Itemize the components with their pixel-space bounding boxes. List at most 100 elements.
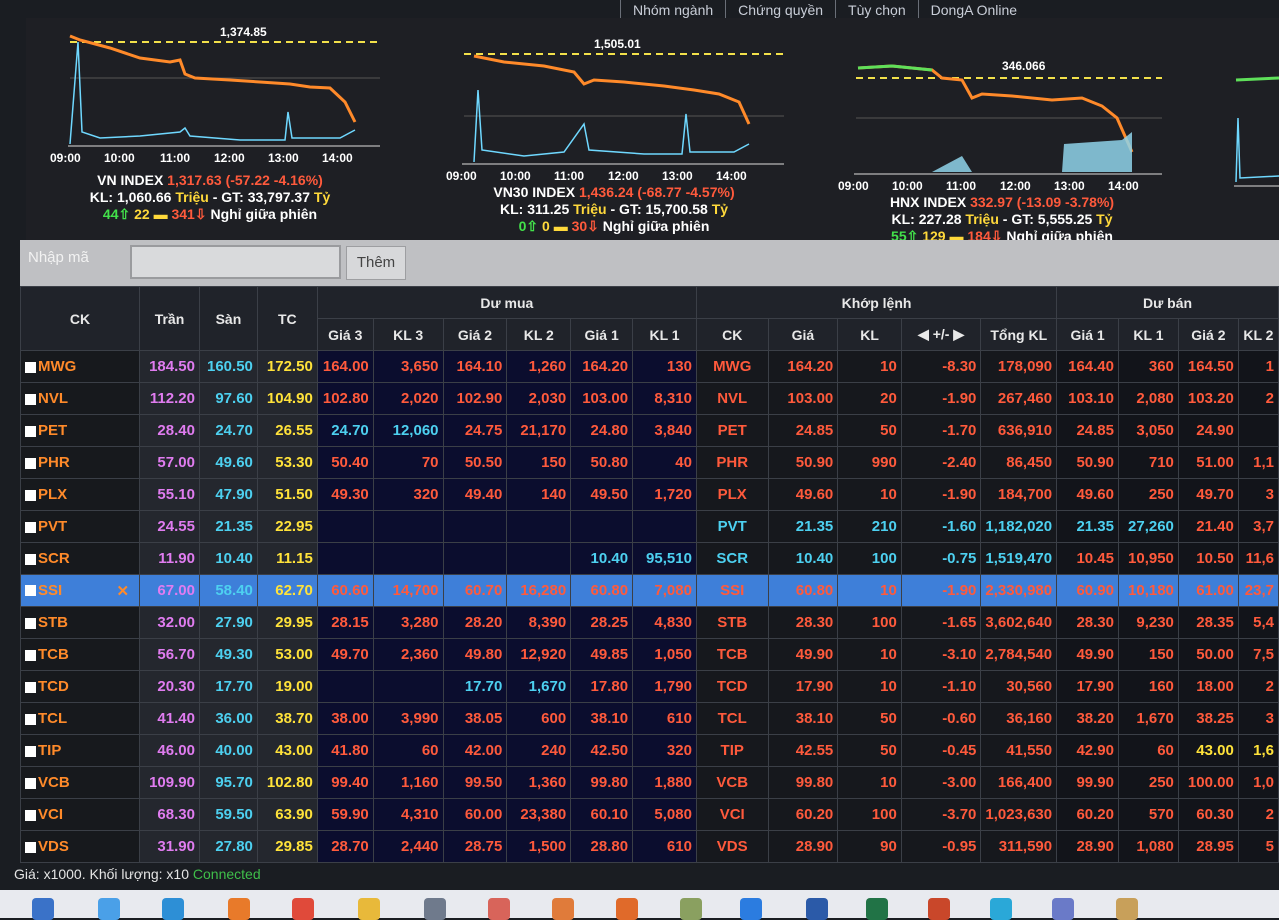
row-checkbox[interactable] (25, 777, 36, 789)
triangle-right-icon[interactable]: ▶ (953, 326, 964, 342)
header-sell-gia1[interactable]: Giá 1 (1056, 318, 1119, 351)
app-icon[interactable] (1052, 898, 1074, 920)
table-row[interactable]: TCB 56.70 49.30 53.00 49.70 2,360 49.80 12,920 4… (19, 638, 1279, 671)
vn30-chart[interactable]: 1,505.01 09:00 10:00 11:00 12:00 13:00 1… (444, 34, 784, 235)
row-checkbox[interactable] (25, 361, 36, 373)
symbol-cell[interactable]: PHR (19, 446, 141, 479)
app-icon[interactable] (552, 898, 574, 920)
table-row[interactable]: TCL 41.40 36.00 38.70 38.00 3,990 38.05 600 38.1… (19, 702, 1279, 735)
row-checkbox[interactable] (25, 425, 36, 437)
row-checkbox[interactable] (25, 713, 36, 725)
symbol-cell[interactable]: STB (19, 606, 141, 639)
header-match-total[interactable]: Tổng KL (980, 318, 1058, 351)
row-checkbox[interactable] (25, 393, 36, 405)
symbol-cell[interactable]: SSI ✕ (19, 574, 141, 607)
symbol-cell[interactable]: VDS (19, 830, 141, 863)
match-symbol-cell[interactable]: PHR (695, 446, 769, 479)
symbol-cell[interactable]: VCI (19, 798, 141, 831)
symbol-cell[interactable]: MWG (19, 350, 141, 383)
edge-icon[interactable] (98, 898, 120, 920)
app-icon[interactable] (990, 898, 1012, 920)
match-symbol-cell[interactable]: VCI (695, 798, 769, 831)
header-buy-gia1[interactable]: Giá 1 (570, 318, 634, 351)
header-match-gia[interactable]: Giá (767, 318, 839, 351)
symbol-cell[interactable]: PLX (19, 478, 141, 511)
match-symbol-cell[interactable]: PET (695, 414, 769, 447)
match-symbol-cell[interactable]: TCB (695, 638, 769, 671)
header-buy-gia2[interactable]: Giá 2 (442, 318, 508, 351)
row-checkbox[interactable] (25, 809, 36, 821)
triangle-left-icon[interactable]: ◀ (918, 326, 929, 342)
table-row[interactable]: SSI ✕ 67.00 58.40 62.70 60.60 14,700 60.70 16,28… (19, 574, 1279, 607)
folder-icon[interactable] (358, 898, 380, 920)
row-checkbox[interactable] (25, 681, 36, 693)
table-row[interactable]: VDS 31.90 27.80 29.85 28.70 2,440 28.75 1,500 28… (19, 830, 1279, 863)
hnx-chart[interactable]: 346.066 09:00 10:00 11:00 12:00 13:00 14… (832, 48, 1172, 245)
header-buy-kl1[interactable]: KL 1 (632, 318, 697, 351)
header-tran[interactable]: Trần (139, 286, 200, 351)
symbol-cell[interactable]: TCB (19, 638, 141, 671)
symbol-cell[interactable]: NVL (19, 382, 141, 415)
header-ck[interactable]: CK (19, 286, 141, 351)
row-checkbox[interactable] (25, 617, 36, 629)
match-symbol-cell[interactable]: SSI (695, 574, 769, 607)
table-row[interactable]: PVT 24.55 21.35 22.95 PVT 21.35 210 -1.60 1,182,… (19, 510, 1279, 543)
powerpoint-icon[interactable] (928, 898, 950, 920)
header-match-ck[interactable]: CK (695, 318, 769, 351)
table-row[interactable]: VCI 68.30 59.50 63.90 59.90 4,310 60.00 23,380 6… (19, 798, 1279, 831)
match-symbol-cell[interactable]: SCR (695, 542, 769, 575)
row-checkbox[interactable] (25, 745, 36, 757)
table-row[interactable]: VCB 109.90 95.70 102.80 99.40 1,160 99.50 1,360… (19, 766, 1279, 799)
symbol-cell[interactable]: TIP (19, 734, 141, 767)
row-checkbox[interactable] (25, 521, 36, 533)
symbol-cell[interactable]: SCR (19, 542, 141, 575)
row-checkbox[interactable] (25, 489, 36, 501)
excel-icon[interactable] (866, 898, 888, 920)
header-buy-gia3[interactable]: Giá 3 (316, 318, 374, 351)
chrome-icon[interactable] (292, 898, 314, 920)
match-symbol-cell[interactable]: TCL (695, 702, 769, 735)
app-icon[interactable] (1116, 898, 1138, 920)
header-sell-gia2[interactable]: Giá 2 (1177, 318, 1239, 351)
header-match-change[interactable]: ◀ +/- ▶ (900, 318, 982, 351)
remove-row-icon[interactable]: ✕ (116, 582, 129, 600)
header-buy-kl3[interactable]: KL 3 (372, 318, 444, 351)
vnindex-chart[interactable]: 1,374.85 09:00 10:00 11:00 12:00 13:00 1… (40, 22, 380, 223)
header-tc[interactable]: TC (256, 286, 318, 351)
partial-chart[interactable] (1226, 58, 1279, 208)
header-match-kl[interactable]: KL (837, 318, 902, 351)
match-symbol-cell[interactable]: TCD (695, 670, 769, 703)
match-symbol-cell[interactable]: STB (695, 606, 769, 639)
app-icon[interactable] (488, 898, 510, 920)
row-checkbox[interactable] (25, 585, 36, 597)
zalo-icon[interactable] (740, 898, 762, 920)
header-sell-kl1[interactable]: KL 1 (1118, 318, 1179, 351)
table-row[interactable]: PET 28.40 24.70 26.55 24.70 12,060 24.75 21,170… (19, 414, 1279, 447)
header-buy-kl2[interactable]: KL 2 (506, 318, 572, 351)
match-symbol-cell[interactable]: NVL (695, 382, 769, 415)
table-row[interactable]: SCR 11.90 10.40 11.15 10.40 95,510 SCR 10.40 100… (19, 542, 1279, 575)
calculator-icon[interactable] (424, 898, 446, 920)
match-symbol-cell[interactable]: TIP (695, 734, 769, 767)
word-icon[interactable] (806, 898, 828, 920)
row-checkbox[interactable] (25, 457, 36, 469)
symbol-cell[interactable]: TCL (19, 702, 141, 735)
table-row[interactable]: STB 32.00 27.90 29.95 28.15 3,280 28.20 8,390 28… (19, 606, 1279, 639)
symbol-cell[interactable]: TCD (19, 670, 141, 703)
symbol-cell[interactable]: PET (19, 414, 141, 447)
row-checkbox[interactable] (25, 649, 36, 661)
header-san[interactable]: Sàn (198, 286, 258, 351)
table-row[interactable]: TCD 20.30 17.70 19.00 17.70 1,670 17.80 1,790 TC… (19, 670, 1279, 703)
header-sell-kl2[interactable]: KL 2 (1237, 318, 1279, 351)
start-icon[interactable] (32, 898, 54, 920)
add-button[interactable]: Thêm (346, 246, 406, 280)
match-symbol-cell[interactable]: VCB (695, 766, 769, 799)
table-row[interactable]: MWG 184.50 160.50 172.50 164.00 3,650 164.10 1,… (19, 350, 1279, 383)
firefox-icon[interactable] (228, 898, 250, 920)
app-icon[interactable] (616, 898, 638, 920)
symbol-cell[interactable]: VCB (19, 766, 141, 799)
table-row[interactable]: TIP 46.00 40.00 43.00 41.80 60 42.00 240 42.50 32… (19, 734, 1279, 767)
match-symbol-cell[interactable]: VDS (695, 830, 769, 863)
table-row[interactable]: PHR 57.00 49.60 53.30 50.40 70 50.50 150 50.80 40… (19, 446, 1279, 479)
symbol-cell[interactable]: PVT (19, 510, 141, 543)
